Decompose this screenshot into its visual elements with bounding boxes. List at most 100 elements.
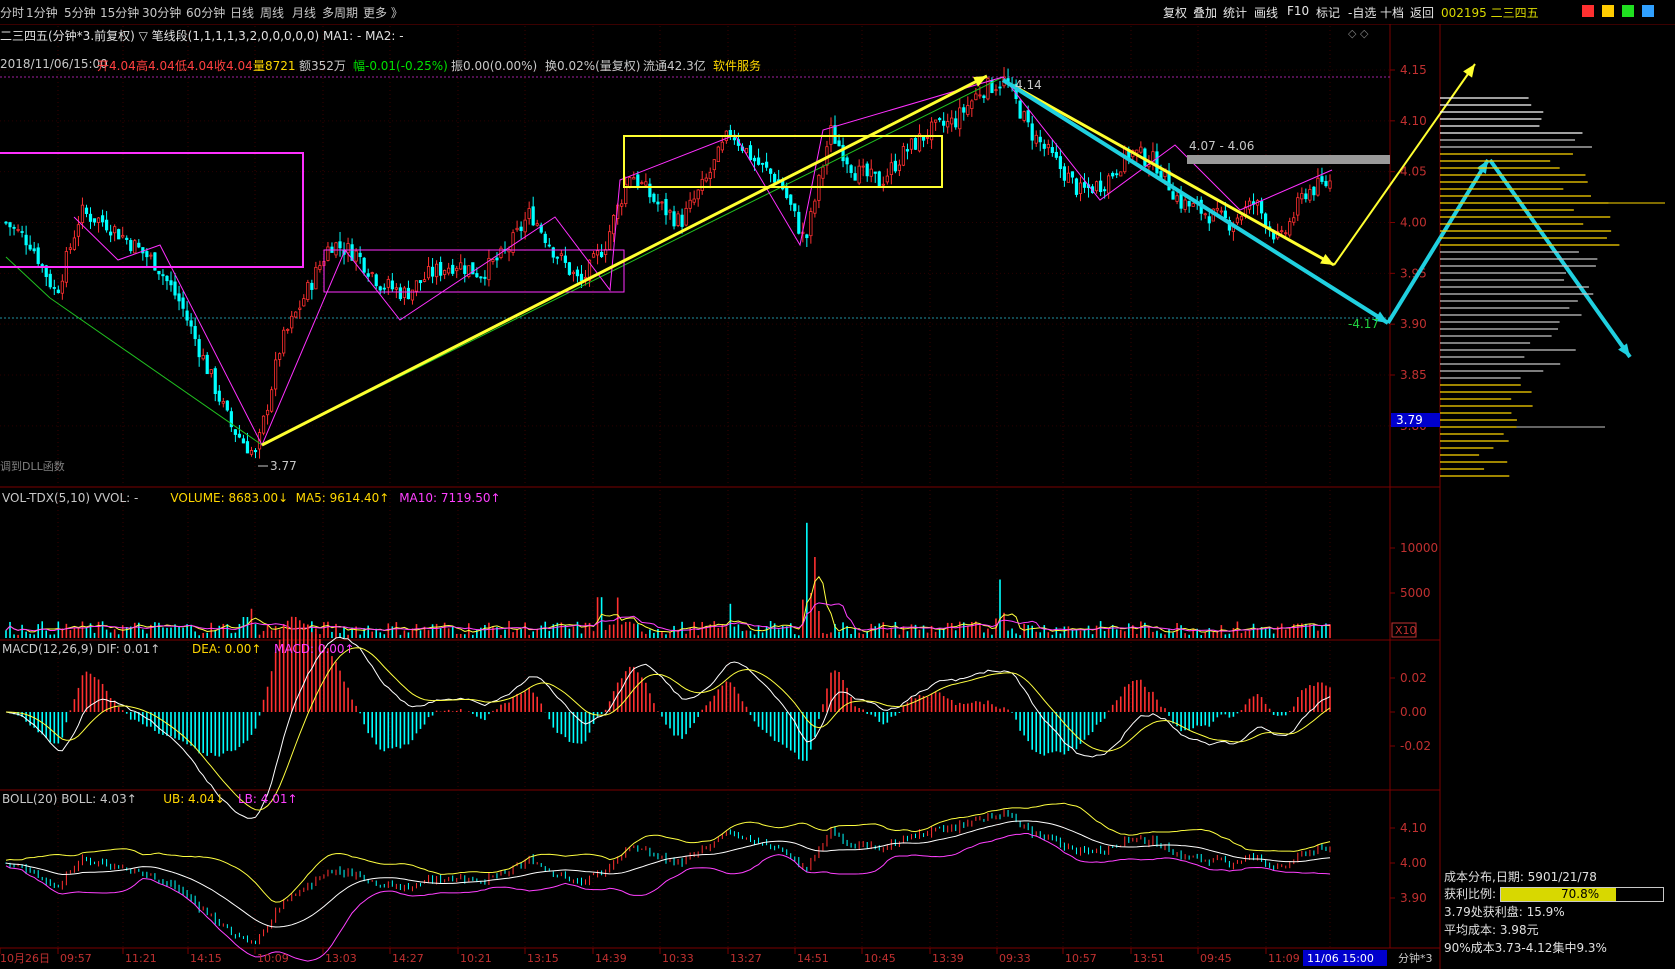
candle-body <box>978 94 982 97</box>
candle-body <box>121 235 125 238</box>
green-trendline <box>5 256 51 299</box>
candle-body <box>201 355 205 360</box>
dll-note: 调到DLL函数 <box>0 460 65 473</box>
candle-body <box>278 353 282 360</box>
candle-body <box>270 389 274 412</box>
candle-body <box>696 189 700 200</box>
candle-body <box>1034 134 1038 144</box>
current-price-label: 3.79 <box>1396 413 1423 427</box>
candle-body <box>233 429 237 435</box>
candle-body <box>76 224 81 237</box>
candle-body <box>640 182 644 184</box>
candle-body <box>113 226 117 234</box>
vol-tick-label: 5000 <box>1400 586 1431 600</box>
candle-body <box>68 247 72 250</box>
candle-body <box>165 275 169 282</box>
cyan-up-arrow <box>1386 158 1490 325</box>
candle-body <box>4 221 8 224</box>
candle-body <box>310 282 314 290</box>
candle-body <box>1183 199 1187 210</box>
candle-body <box>1292 217 1296 223</box>
boll-tick-label: 3.90 <box>1400 891 1427 905</box>
candle-body <box>48 273 52 288</box>
candle-body <box>173 281 177 296</box>
x-tick-label: 11:09 <box>1268 952 1300 965</box>
candle-body <box>845 157 849 165</box>
candle-body <box>881 183 885 186</box>
x-tick-label: 14:51 <box>797 952 829 965</box>
candle-body <box>773 173 777 183</box>
low-annotation: 3.77 <box>270 459 297 473</box>
x-tick-label: 09:57 <box>60 952 92 965</box>
candle-body <box>221 401 225 404</box>
candle-body <box>338 241 342 249</box>
candle-body <box>1328 180 1332 189</box>
candle-body <box>732 137 737 141</box>
side-panel-line: 平均成本: 3.98元 <box>1444 923 1539 937</box>
candle-body <box>664 198 668 216</box>
x-tick-label: 13:51 <box>1133 952 1165 965</box>
candle-body <box>414 280 419 292</box>
candle-body <box>1111 172 1115 177</box>
candle-body <box>394 287 398 290</box>
candle-body <box>495 257 499 261</box>
vol-tick-label: 10000 <box>1400 541 1438 555</box>
candle-body <box>873 171 877 174</box>
candle-body <box>100 215 105 223</box>
candle-body <box>632 177 636 180</box>
candle-body <box>125 237 129 240</box>
candle-body <box>1094 181 1099 192</box>
candle-body <box>728 129 732 136</box>
candle-body <box>889 162 893 175</box>
pane-options-icon: ◇ ◇ <box>1348 27 1369 40</box>
candle-body <box>1103 189 1107 192</box>
boll-lb-line <box>5 833 1331 962</box>
candle-body <box>905 149 910 152</box>
candle-body <box>865 163 869 177</box>
candle-body <box>209 369 213 374</box>
candle-body <box>8 222 12 228</box>
pct-annotation: -4.17 <box>1348 317 1379 331</box>
candle-body <box>84 207 89 214</box>
profit-ratio-bar: 70.8% <box>1500 887 1664 902</box>
candle-body <box>133 240 137 254</box>
green-trendline <box>49 297 263 446</box>
candle-body <box>938 118 942 121</box>
candle-body <box>672 211 676 227</box>
x-tick-label: 13:27 <box>730 952 762 965</box>
candle-body <box>225 400 229 411</box>
ohlc-stat: 软件服务 <box>713 59 762 73</box>
candle-body <box>793 203 797 212</box>
candle-body <box>1054 151 1058 158</box>
candle-body <box>712 159 716 171</box>
x-tick-label: 10:09 <box>257 952 289 965</box>
candle-body <box>459 262 463 270</box>
candle-body <box>869 168 873 177</box>
candle-body <box>169 280 173 286</box>
price-tick-label: 4.00 <box>1400 216 1427 230</box>
candle-body <box>161 274 165 277</box>
candle-body <box>720 141 724 151</box>
candle-body <box>1066 172 1071 183</box>
candle-body <box>797 211 801 234</box>
candle-body <box>145 251 149 258</box>
candle-body <box>185 310 189 321</box>
candle-body <box>636 174 640 186</box>
candle-body <box>595 250 600 256</box>
candle-body <box>430 266 435 277</box>
resistance-bar <box>1187 155 1390 164</box>
candle-body <box>1203 213 1207 216</box>
candle-body <box>40 264 44 266</box>
price-tick-label: 3.90 <box>1400 317 1427 331</box>
period-label: 分钟*3 <box>1398 951 1433 965</box>
candle-body <box>575 269 580 277</box>
dea-line <box>5 647 1331 811</box>
candle-body <box>177 293 181 302</box>
candle-body <box>591 253 596 258</box>
zigzag-line <box>73 76 1333 447</box>
candle-body <box>535 223 539 226</box>
yellow-up-arrow <box>261 74 988 447</box>
candle-body <box>656 201 660 205</box>
x-tick-label: 10:57 <box>1065 952 1097 965</box>
candle-body <box>406 287 411 300</box>
